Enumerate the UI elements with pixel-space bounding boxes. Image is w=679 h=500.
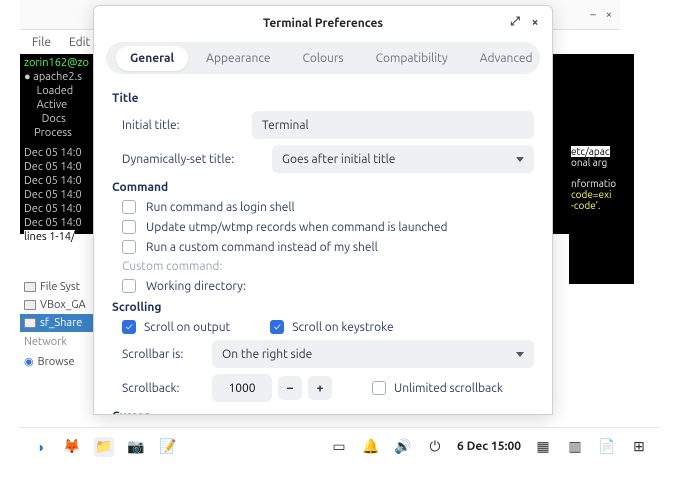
terminal-fragment: -code'.: [571, 200, 600, 211]
custom-command-checkbox[interactable]: [122, 240, 136, 254]
menu-edit[interactable]: Edit: [69, 36, 90, 49]
firefox-icon[interactable]: 🦊: [62, 437, 82, 457]
volume-icon[interactable]: 🔊: [393, 437, 413, 457]
clock[interactable]: 6 Dec 15:00: [457, 440, 521, 453]
folder-icon: [24, 318, 36, 328]
preferences-dialog: Terminal Preferences ⤢ × General Appeara…: [93, 5, 553, 415]
sidebar-label: Browse: [38, 356, 75, 368]
tray-icon-1[interactable]: ▦: [533, 437, 553, 457]
scroll-keystroke-label: Scroll on keystroke: [292, 321, 393, 334]
bell-icon[interactable]: 🔔: [361, 437, 381, 457]
sidebar-label: File Syst: [40, 281, 80, 293]
terminal-fragment: onal arg: [571, 157, 632, 168]
sidebar-label: VBox_GA: [40, 299, 86, 311]
places-sidebar: File Syst VBox_GA sf_Share Network ◉ Brow…: [20, 278, 100, 371]
custom-command-label: Run a custom command instead of my shell: [146, 241, 378, 254]
scrollback-increment[interactable]: +: [308, 376, 332, 400]
camera-icon[interactable]: 📷: [126, 437, 146, 457]
disc-icon: [24, 300, 36, 310]
section-command: Command: [112, 181, 534, 194]
unlimited-scrollback-label: Unlimited scrollback: [394, 382, 503, 395]
sidebar-item-filesystem[interactable]: File Syst: [20, 278, 100, 296]
expand-icon[interactable]: ⤢: [508, 15, 522, 29]
dialog-titlebar: Terminal Preferences ⤢ ×: [94, 6, 552, 40]
select-value: On the right side: [222, 348, 312, 361]
tab-colours[interactable]: Colours: [289, 46, 358, 71]
chevron-down-icon: [516, 157, 524, 162]
sidebar-item-vbox[interactable]: VBox_GA: [20, 296, 100, 314]
working-dir-label: Working directory:: [146, 280, 246, 293]
login-shell-checkbox[interactable]: [122, 200, 136, 214]
scroll-output-checkbox[interactable]: [122, 320, 136, 334]
tab-general[interactable]: General: [116, 46, 188, 71]
tray-icon-4[interactable]: ⊞: [629, 437, 649, 457]
terminal-fragment: code=exi: [571, 189, 611, 200]
custom-command-field-label: Custom command:: [122, 260, 222, 273]
terminal-right-edge: etc/apac onal arg nformatio code=exi -co…: [569, 54, 634, 284]
terminal-fragment: etc/apac: [571, 146, 610, 157]
section-scrolling: Scrolling: [112, 301, 534, 314]
dialog-title: Terminal Preferences: [263, 17, 383, 30]
unlimited-scrollback-checkbox[interactable]: [372, 381, 386, 395]
scroll-keystroke-checkbox[interactable]: [270, 320, 284, 334]
menu-file[interactable]: File: [32, 36, 51, 49]
tray-icon-2[interactable]: ▥: [565, 437, 585, 457]
window-minimize-button[interactable]: –: [590, 9, 595, 21]
select-value: Goes after initial title: [282, 153, 395, 166]
scrollbar-select[interactable]: On the right side: [212, 340, 534, 368]
scrollback-input[interactable]: [212, 374, 272, 402]
scrollback-label: Scrollback:: [122, 382, 202, 395]
tab-compatibility[interactable]: Compatibility: [362, 46, 462, 71]
initial-title-input[interactable]: [252, 111, 534, 139]
section-title: Title: [112, 92, 534, 105]
globe-icon: ◉: [24, 355, 34, 368]
power-icon[interactable]: ⏻: [425, 437, 445, 457]
notes-icon[interactable]: 📝: [158, 437, 178, 457]
drive-icon: [24, 282, 36, 292]
close-icon[interactable]: ×: [528, 15, 542, 29]
start-icon[interactable]: ◑: [30, 437, 50, 457]
sidebar-heading-network: Network: [20, 332, 100, 352]
dynamic-title-select[interactable]: Goes after initial title: [272, 145, 534, 173]
scrollbar-label: Scrollbar is:: [122, 348, 202, 361]
dialog-body: Title Initial title: Dynamically-set tit…: [94, 74, 552, 414]
screen-icon[interactable]: ▭: [329, 437, 349, 457]
working-dir-checkbox[interactable]: [122, 279, 136, 293]
scroll-output-label: Scroll on output: [144, 321, 230, 334]
scrollback-decrement[interactable]: –: [278, 376, 302, 400]
tab-bar: General Appearance Colours Compatibility…: [106, 42, 540, 74]
taskbar: ◑ 🦊 📁 📷 📝 ▭ 🔔 🔊 ⏻ 6 Dec 15:00 ▦ ▥ 📄 ⊞: [20, 427, 659, 465]
tray-icon-3[interactable]: 📄: [597, 437, 617, 457]
initial-title-label: Initial title:: [122, 119, 242, 132]
utmp-label: Update utmp/wtmp records when command is…: [146, 221, 448, 234]
dynamic-title-label: Dynamically-set title:: [122, 153, 262, 166]
chevron-down-icon: [516, 352, 524, 357]
files-icon[interactable]: 📁: [94, 437, 114, 457]
section-cursor: Cursor: [112, 410, 534, 414]
terminal-status: lines 1-14/: [24, 230, 75, 244]
sidebar-item-share[interactable]: sf_Share: [20, 314, 100, 332]
tab-appearance[interactable]: Appearance: [192, 46, 284, 71]
sidebar-label: sf_Share: [40, 317, 82, 329]
window-close-button[interactable]: ×: [606, 9, 612, 21]
utmp-checkbox[interactable]: [122, 220, 136, 234]
tab-advanced[interactable]: Advanced: [466, 46, 547, 71]
login-shell-label: Run command as login shell: [146, 201, 295, 214]
sidebar-item-browse[interactable]: ◉ Browse: [20, 352, 100, 371]
terminal-fragment: nformatio: [571, 178, 632, 189]
